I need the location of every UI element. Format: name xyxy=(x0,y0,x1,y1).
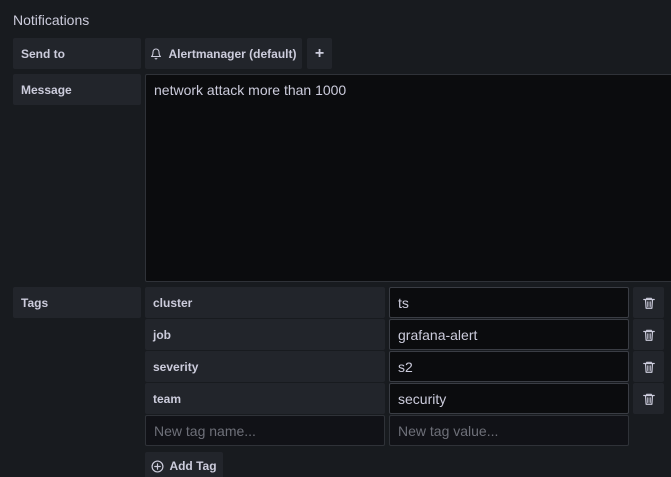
tag-value-input[interactable] xyxy=(389,383,629,414)
trash-icon xyxy=(642,392,656,406)
trash-icon xyxy=(642,328,656,342)
tag-name: severity xyxy=(145,351,385,382)
new-tag-name-input[interactable] xyxy=(145,415,385,446)
delete-tag-button[interactable] xyxy=(633,319,664,350)
message-label: Message xyxy=(13,74,141,105)
send-to-label: Send to xyxy=(13,38,141,69)
tag-name: cluster xyxy=(145,287,385,318)
tag-name: job xyxy=(145,319,385,350)
tag-value-input[interactable] xyxy=(389,287,629,318)
trash-icon xyxy=(642,360,656,374)
trash-icon xyxy=(642,296,656,310)
add-tag-label: Add Tag xyxy=(169,459,217,473)
plus-icon: + xyxy=(314,44,325,62)
delete-tag-button[interactable] xyxy=(633,287,664,318)
tag-value-input[interactable] xyxy=(389,319,629,350)
tag-value-input[interactable] xyxy=(389,351,629,382)
delete-tag-button[interactable] xyxy=(633,383,664,414)
notifier-button[interactable]: Alertmanager (default) xyxy=(145,38,302,69)
tag-name: team xyxy=(145,383,385,414)
notifier-label: Alertmanager (default) xyxy=(168,46,297,61)
add-notifier-button[interactable]: + xyxy=(307,38,332,69)
new-tag-value-input[interactable] xyxy=(389,415,629,446)
message-input[interactable]: network attack more than 1000 xyxy=(145,74,671,282)
section-title: Notifications xyxy=(13,12,90,28)
tags-label: Tags xyxy=(13,287,141,318)
notifications-panel: Notifications Send to Alertmanager (defa… xyxy=(0,0,671,477)
add-tag-button[interactable]: Add Tag xyxy=(145,452,223,477)
plus-circle-icon xyxy=(151,459,164,473)
delete-tag-button[interactable] xyxy=(633,351,664,382)
bell-icon xyxy=(150,48,162,60)
